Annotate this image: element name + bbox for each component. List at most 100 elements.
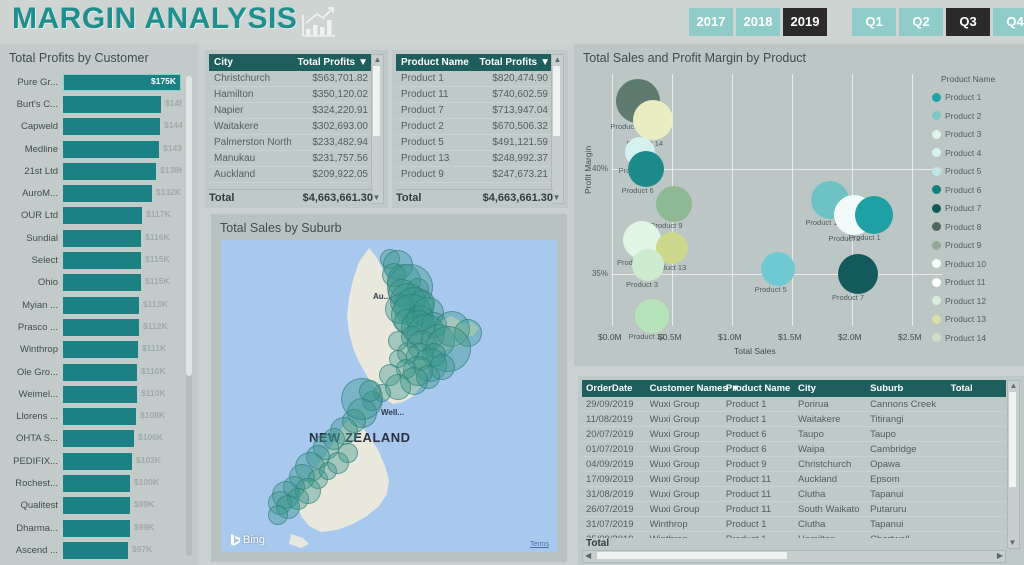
slicer-quarter-q1[interactable]: Q1 <box>852 8 896 36</box>
map-bubble[interactable] <box>268 505 288 525</box>
city-table-scrollbar[interactable]: ▲ ▼ <box>371 54 384 204</box>
product-table-scrollbar[interactable]: ▲ ▼ <box>551 54 564 204</box>
table-row[interactable]: Product 2 $670,506.32 <box>396 118 553 135</box>
scatter-legend[interactable]: Product Name Product 1 Product 2 Product 3… <box>932 74 1024 347</box>
column-header-product-name[interactable]: Product Name <box>721 380 794 397</box>
table-row[interactable]: Product 7 $713,947.04 <box>396 102 553 119</box>
scatter-bubble[interactable] <box>656 186 693 223</box>
detail-hscroll-thumb[interactable] <box>597 552 787 559</box>
table-row[interactable]: 31/08/2019 Wuxi Group Product 11 Clutha Tapa… <box>582 486 1006 502</box>
bar-row[interactable]: Ole Gro... $110K <box>0 361 182 383</box>
bar-fill[interactable] <box>63 296 139 314</box>
bar-row[interactable]: Winthrop $111K <box>0 339 182 361</box>
bar-track[interactable]: $143K <box>63 140 182 158</box>
legend-item[interactable]: Product 8 <box>932 218 1024 237</box>
column-header-suburb[interactable]: Suburb <box>866 380 947 397</box>
bar-fill[interactable] <box>63 318 139 336</box>
bar-track[interactable]: $132K <box>63 185 182 203</box>
bar-fill[interactable] <box>63 430 134 448</box>
bar-fill[interactable] <box>63 452 132 470</box>
column-header-city[interactable]: City <box>209 54 291 71</box>
scroll-up-icon[interactable]: ▲ <box>1008 381 1019 391</box>
bar-track[interactable]: $97K <box>63 541 182 559</box>
scatter-bubble[interactable] <box>632 100 673 141</box>
bar-row[interactable]: OHTA S... $106K <box>0 428 182 450</box>
table-row[interactable]: Dunedin$206,601.47 <box>209 182 373 183</box>
detail-table-scrollbar[interactable]: ▲ ▼ <box>1007 380 1020 549</box>
bar-fill[interactable] <box>63 274 141 292</box>
bar-fill[interactable] <box>63 385 137 403</box>
bar-row[interactable]: PEDIFIX... $103K <box>0 450 182 472</box>
bar-fill[interactable] <box>63 252 141 270</box>
bar-row[interactable]: Capweld $144K <box>0 116 182 138</box>
bar-track[interactable]: $115K <box>63 252 182 270</box>
bar-chart-scroll-thumb[interactable] <box>186 76 192 376</box>
bar-track[interactable]: $175K <box>63 73 182 91</box>
scroll-up-icon[interactable]: ▲ <box>552 55 563 65</box>
bar-track[interactable]: $116K <box>63 229 182 247</box>
table-row[interactable]: 11/08/2019 Wuxi Group Product 1 Waitakere Ti… <box>582 411 1006 427</box>
legend-items[interactable]: Product 1 Product 2 Product 3 Product 4 Prod… <box>932 88 1024 347</box>
bar-track[interactable]: $145K <box>63 95 182 113</box>
legend-item[interactable]: Product 4 <box>932 144 1024 163</box>
detail-table-hscrollbar[interactable]: ◀ ▶ <box>582 550 1006 563</box>
legend-item[interactable]: Product 2 <box>932 107 1024 126</box>
bar-track[interactable]: $111K <box>63 341 182 359</box>
bar-track[interactable]: $100K <box>63 474 182 492</box>
bar-row[interactable]: Ascend ... $97K <box>0 539 182 561</box>
bar-row[interactable]: Qualitest $99K <box>0 495 182 517</box>
bar-fill[interactable] <box>63 541 128 559</box>
bar-row[interactable]: Ohio $115K <box>0 272 182 294</box>
scroll-right-icon[interactable]: ▶ <box>997 550 1003 561</box>
scroll-left-icon[interactable]: ◀ <box>585 550 591 561</box>
bar-row[interactable]: Burt's C... $145K <box>0 93 182 115</box>
map-terms-link[interactable]: Terms <box>530 541 549 548</box>
product-scroll-thumb[interactable] <box>553 66 560 136</box>
column-header-total-profits[interactable]: Total Profits ▼ <box>474 54 553 71</box>
bar-row[interactable]: Prasco ... $112K <box>0 316 182 338</box>
table-row[interactable]: Product 1 $820,474.90 <box>396 71 553 87</box>
scatter-bubble[interactable] <box>634 298 669 333</box>
table-row[interactable]: Auckland $209,922.05 <box>209 166 373 183</box>
bar-track[interactable]: $115K <box>63 274 182 292</box>
table-row[interactable]: Palmerston North $233,482.94 <box>209 134 373 151</box>
product-table-body[interactable]: Product Name Total Profits ▼ Product 1 $820,… <box>396 54 553 183</box>
bar-track[interactable]: $138K <box>63 162 182 180</box>
scroll-up-icon[interactable]: ▲ <box>372 55 383 65</box>
bar-track[interactable]: $117K <box>63 207 182 225</box>
map-bubble[interactable] <box>338 443 358 463</box>
scatter-bubble[interactable] <box>632 249 664 282</box>
column-header-total-profits[interactable]: Total Profits ▼ <box>291 54 373 71</box>
bar-fill[interactable] <box>63 95 161 113</box>
bar-track[interactable]: $110K <box>63 363 182 381</box>
bar-track[interactable]: $99K <box>63 519 182 537</box>
order-detail-table-body[interactable]: OrderDateCustomer Names▼Product NameCity… <box>582 380 1006 538</box>
bar-row[interactable]: Rochest... $100K <box>0 472 182 494</box>
legend-item[interactable]: Product 6 <box>932 181 1024 200</box>
bar-track[interactable]: $113K <box>63 296 182 314</box>
table-row[interactable]: Product 11 $740,602.59 <box>396 86 553 103</box>
bar-track[interactable]: $110K <box>63 385 182 403</box>
bar-row[interactable]: Pure Gr... $175K <box>0 71 182 93</box>
table-row[interactable]: 20/07/2019 Wuxi Group Product 6 Taupo Taupo <box>582 426 1006 442</box>
column-header-customer-names[interactable]: Customer Names▼ <box>645 380 740 397</box>
bar-track[interactable]: $103K <box>63 452 182 470</box>
bar-fill[interactable] <box>63 519 130 537</box>
bar-fill[interactable] <box>63 363 137 381</box>
legend-item[interactable]: Product 11 <box>932 273 1024 292</box>
scatter-bubble[interactable] <box>838 253 878 294</box>
legend-item[interactable]: Product 12 <box>932 292 1024 311</box>
bar-row[interactable]: Myian ... $113K <box>0 294 182 316</box>
bar-row[interactable]: OUR Ltd $117K <box>0 205 182 227</box>
city-scroll-thumb[interactable] <box>373 66 380 136</box>
bar-row[interactable]: Weimel... $110K <box>0 383 182 405</box>
bar-track[interactable]: $108K <box>63 408 182 426</box>
bar-chart-scrollbar[interactable] <box>186 76 192 556</box>
column-header-city[interactable]: City <box>793 380 867 397</box>
detail-scroll-thumb[interactable] <box>1009 392 1016 487</box>
scroll-down-icon[interactable]: ▼ <box>372 193 381 203</box>
legend-item[interactable]: Product 14 <box>932 329 1024 348</box>
quarter-slicer[interactable]: Q1 Q2 Q3 Q4 <box>852 8 1024 36</box>
scroll-down-icon[interactable]: ▼ <box>1008 538 1017 548</box>
bar-row[interactable]: Sundial $116K <box>0 227 182 249</box>
